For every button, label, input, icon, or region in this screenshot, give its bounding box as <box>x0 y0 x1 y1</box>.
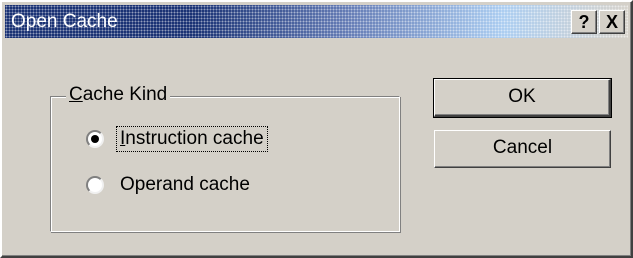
help-icon: ? <box>578 12 590 32</box>
cache-kind-mnemonic: C <box>69 84 83 105</box>
cancel-button[interactable]: Cancel <box>434 130 611 168</box>
ok-button[interactable]: OK <box>433 78 612 118</box>
cache-kind-groupbox <box>50 96 400 232</box>
radio-selected-dot-icon <box>91 135 99 143</box>
close-icon: X <box>605 12 618 32</box>
cache-kind-label-text: ache Kind <box>82 84 168 105</box>
cache-kind-group-label: Cache Kind <box>66 84 171 106</box>
radio-instruction-cache[interactable]: Instruction cache <box>86 126 268 152</box>
title-bar[interactable]: Open Cache ? X <box>5 5 628 38</box>
window-title: Open Cache <box>11 11 118 32</box>
close-button[interactable]: X <box>599 10 625 34</box>
operand-cache-label[interactable]: Operand cache <box>118 174 252 196</box>
radio-button-icon[interactable] <box>86 130 104 148</box>
instruction-cache-label[interactable]: Instruction cache <box>116 126 268 152</box>
help-button[interactable]: ? <box>571 10 597 34</box>
radio-button-icon[interactable] <box>86 176 104 194</box>
radio-operand-cache[interactable]: Operand cache <box>86 173 252 197</box>
instruction-cache-label-text: nstruction cache <box>125 128 264 149</box>
open-cache-dialog: Open Cache ? X Cache Kind Instruction ca… <box>0 0 633 258</box>
